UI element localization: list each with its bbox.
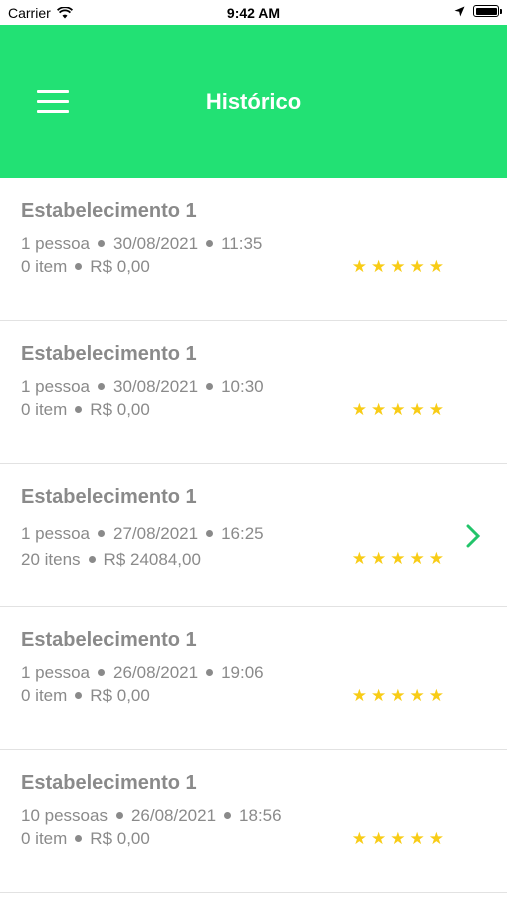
star-icon: ★ — [409, 549, 425, 568]
separator-dot — [75, 691, 83, 699]
star-icon: ★ — [428, 829, 444, 848]
people-count: 10 pessoas — [21, 806, 108, 825]
order-total: R$ 24084,00 — [103, 550, 201, 569]
item-count: 0 item — [21, 686, 68, 705]
status-right — [454, 5, 502, 17]
rating-stars: ★ ★ ★ ★ ★ — [352, 550, 444, 567]
star-icon: ★ — [390, 686, 406, 705]
people-count: 1 pessoa — [21, 524, 90, 543]
separator-dot — [98, 668, 105, 676]
star-icon: ★ — [351, 549, 367, 568]
star-icon: ★ — [409, 686, 425, 705]
separator-dot — [206, 529, 214, 537]
star-icon: ★ — [390, 829, 406, 848]
star-icon: ★ — [371, 549, 387, 568]
separator-dot — [98, 239, 105, 247]
history-list: Estabelecimento 1 1 pessoa 30/08/2021 11:35… — [0, 178, 507, 893]
history-row[interactable]: Estabelecimento 1 10 pessoas 26/08/2021 18:… — [0, 750, 507, 893]
item-count: 0 item — [21, 257, 68, 276]
star-icon: ★ — [428, 400, 444, 419]
star-icon: ★ — [351, 400, 367, 419]
history-row[interactable]: Estabelecimento 1 1 pessoa 27/08/2021 16:25… — [0, 464, 507, 607]
star-icon: ★ — [371, 686, 387, 705]
order-summary: 0 item R$ 0,00 — [21, 257, 150, 277]
star-icon: ★ — [371, 400, 387, 419]
star-icon: ★ — [428, 549, 444, 568]
star-icon: ★ — [428, 686, 444, 705]
rating-stars: ★ ★ ★ ★ ★ — [352, 830, 444, 847]
star-icon: ★ — [371, 829, 387, 848]
order-total: R$ 0,00 — [90, 400, 150, 419]
rating-stars: ★ ★ ★ ★ ★ — [352, 687, 444, 704]
visit-details: 1 pessoa 26/08/2021 19:06 — [21, 663, 264, 683]
visit-time: 19:06 — [221, 663, 264, 682]
separator-dot — [224, 811, 232, 819]
separator-dot — [75, 405, 83, 413]
order-total: R$ 0,00 — [90, 829, 150, 848]
separator-dot — [206, 668, 214, 676]
rating-stars: ★ ★ ★ ★ ★ — [352, 401, 444, 418]
establishment-name: Estabelecimento 1 — [21, 629, 197, 651]
people-count: 1 pessoa — [21, 663, 90, 682]
star-icon: ★ — [428, 257, 444, 276]
star-icon: ★ — [409, 400, 425, 419]
separator-dot — [98, 529, 105, 537]
visit-date: 30/08/2021 — [113, 377, 199, 396]
star-icon: ★ — [351, 829, 367, 848]
app-header: Histórico — [0, 25, 507, 178]
visit-details: 10 pessoas 26/08/2021 18:56 — [21, 806, 282, 826]
establishment-name: Estabelecimento 1 — [21, 200, 197, 222]
star-icon: ★ — [390, 549, 406, 568]
visit-time: 16:25 — [221, 524, 264, 543]
separator-dot — [75, 834, 83, 842]
star-icon: ★ — [351, 257, 367, 276]
people-count: 1 pessoa — [21, 234, 90, 253]
page-title: Histórico — [205, 89, 302, 114]
visit-details: 1 pessoa 27/08/2021 16:25 — [21, 524, 264, 544]
visit-date: 30/08/2021 — [113, 234, 199, 253]
star-icon: ★ — [390, 257, 406, 276]
people-count: 1 pessoa — [21, 377, 90, 396]
separator-dot — [206, 239, 214, 247]
establishment-name: Estabelecimento 1 — [21, 343, 197, 365]
order-summary: 20 itens R$ 24084,00 — [21, 550, 201, 570]
order-total: R$ 0,00 — [90, 686, 150, 705]
item-count: 20 itens — [21, 550, 81, 569]
item-count: 0 item — [21, 400, 68, 419]
visit-time: 11:35 — [221, 234, 263, 253]
history-row[interactable]: Estabelecimento 1 1 pessoa 30/08/2021 10:30… — [0, 321, 507, 464]
establishment-name: Estabelecimento 1 — [21, 486, 197, 508]
visit-date: 26/08/2021 — [113, 663, 199, 682]
rating-stars: ★ ★ ★ ★ ★ — [352, 258, 444, 275]
star-icon: ★ — [390, 400, 406, 419]
separator-dot — [75, 262, 83, 270]
establishment-name: Estabelecimento 1 — [21, 772, 197, 794]
visit-time: 18:56 — [239, 806, 282, 825]
star-icon: ★ — [409, 257, 425, 276]
history-row[interactable]: Estabelecimento 1 1 pessoa 30/08/2021 11:35… — [0, 178, 507, 321]
separator-dot — [98, 382, 105, 390]
order-summary: 0 item R$ 0,00 — [21, 686, 150, 706]
order-summary: 0 item R$ 0,00 — [21, 400, 150, 420]
separator-dot — [88, 555, 96, 563]
visit-time: 10:30 — [221, 377, 264, 396]
status-bar: Carrier 9:42 AM — [0, 0, 507, 25]
location-arrow-icon — [454, 6, 465, 16]
visit-date: 26/08/2021 — [130, 806, 217, 825]
history-row[interactable]: Estabelecimento 1 1 pessoa 26/08/2021 19:06… — [0, 607, 507, 750]
order-total: R$ 0,00 — [90, 257, 150, 276]
clock: 9:42 AM — [226, 5, 281, 21]
star-icon: ★ — [409, 829, 425, 848]
separator-dot — [206, 382, 214, 390]
separator-dot — [115, 811, 123, 819]
item-count: 0 item — [21, 829, 68, 848]
visit-details: 1 pessoa 30/08/2021 11:35 — [21, 234, 262, 254]
chevron-right-icon[interactable] — [465, 524, 481, 548]
star-icon: ★ — [351, 686, 367, 705]
visit-date: 27/08/2021 — [113, 524, 199, 543]
order-summary: 0 item R$ 0,00 — [21, 829, 150, 849]
star-icon: ★ — [371, 257, 387, 276]
visit-details: 1 pessoa 30/08/2021 10:30 — [21, 377, 264, 397]
battery-icon — [473, 5, 502, 17]
